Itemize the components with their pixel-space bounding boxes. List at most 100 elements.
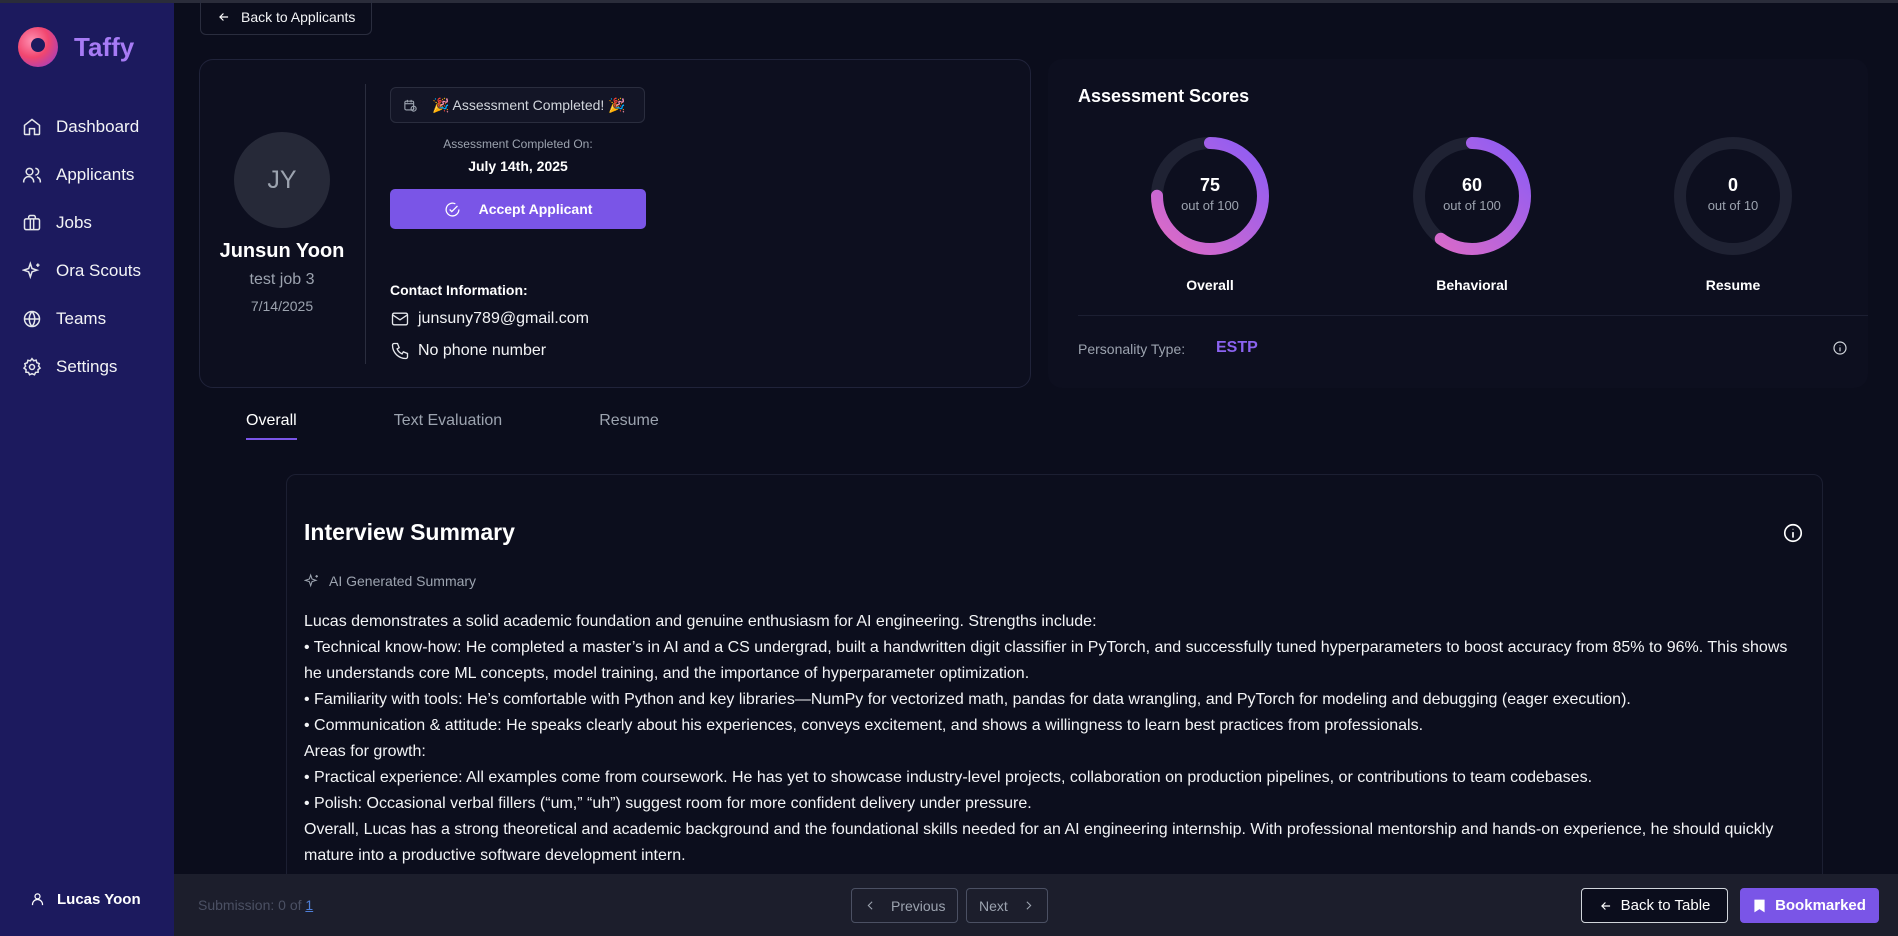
score-label: Overall: [1186, 277, 1234, 293]
home-icon: [23, 118, 41, 136]
summary-line: • Familiarity with tools: He’s comfortab…: [304, 691, 1631, 708]
applicant-date: 7/14/2025: [250, 298, 314, 314]
summary-text: Lucas demonstrates a solid academic foun…: [304, 609, 1804, 869]
sidebar: Taffy Dashboard Applicants Jobs Ora Scou…: [0, 3, 174, 936]
user-name: Lucas Yoon: [57, 891, 141, 908]
ring-track: [1674, 137, 1792, 255]
contact-information-title: Contact Information:: [390, 282, 528, 298]
summary-line: • Technical know-how: He completed a mas…: [304, 639, 1788, 682]
arrow-left-icon: [1600, 901, 1610, 910]
back-to-applicants-label: Back to Applicants: [241, 9, 356, 25]
summary-line: Areas for growth:: [304, 743, 426, 760]
score-ring-overall: 75 out of 100 Overall: [1148, 134, 1272, 293]
phone-icon: [391, 342, 409, 360]
tab-text-evaluation[interactable]: Text Evaluation: [394, 412, 503, 440]
gear-icon: [22, 357, 42, 376]
accept-applicant-button[interactable]: Accept Applicant: [390, 189, 646, 229]
applicant-profile-card: JY Junsun Yoon test job 3 7/14/2025 🎉 As…: [199, 59, 1031, 388]
avatar-initials: JY: [267, 165, 297, 194]
summary-line: • Communication & attitude: He speaks cl…: [304, 717, 1424, 734]
previous-label: Previous: [891, 897, 946, 914]
next-button[interactable]: Next: [966, 888, 1048, 923]
taffy-logo-icon: [18, 27, 58, 67]
profile-divider: [365, 84, 366, 364]
bookmark-icon: [1754, 899, 1765, 912]
globe-icon: [23, 310, 41, 328]
assessment-scores-title: Assessment Scores: [1078, 86, 1250, 106]
score-ring-resume: 0 out of 10 Resume: [1671, 134, 1795, 293]
assessment-completed-text: 🎉 Assessment Completed! 🎉: [432, 96, 626, 113]
briefcase-icon: [23, 214, 41, 231]
sparkles-icon: [22, 261, 40, 280]
sidebar-nav: Dashboard Applicants Jobs Ora Scouts Tea…: [0, 103, 174, 391]
score-max: out of 100: [1443, 198, 1501, 213]
user-icon: [31, 893, 44, 906]
submission-total-link[interactable]: 1: [305, 897, 313, 913]
summary-line: • Practical experience: All examples com…: [304, 769, 1593, 786]
contact-phone: No phone number: [390, 341, 546, 361]
sidebar-item-settings[interactable]: Settings: [0, 343, 174, 391]
sidebar-item-jobs[interactable]: Jobs: [0, 199, 174, 247]
mail-icon: [391, 312, 409, 326]
score-value: 0: [1727, 175, 1738, 195]
score-label: Behavioral: [1436, 277, 1508, 293]
sidebar-item-applicants[interactable]: Applicants: [0, 151, 174, 199]
footer-bar: Submission: 0 of 1 Previous Next Back to…: [174, 874, 1898, 936]
users-icon: [22, 167, 42, 183]
next-label: Next: [979, 897, 1008, 914]
current-user[interactable]: Lucas Yoon: [30, 891, 141, 908]
sidebar-item-label: Teams: [56, 309, 107, 328]
score-max: out of 10: [1707, 198, 1759, 213]
ai-generated-text: AI Generated Summary: [329, 573, 477, 589]
interview-summary-card: Interview Summary AI Generated Summary L…: [286, 474, 1823, 904]
detail-tabs: Overall Text Evaluation Resume: [246, 412, 756, 440]
arrow-left-icon: [219, 13, 229, 21]
score-ring-behavioral: 60 out of 100 Behavioral: [1410, 134, 1534, 293]
tab-resume[interactable]: Resume: [599, 412, 659, 440]
check-circle-icon: [445, 202, 460, 217]
app-logo[interactable]: Taffy: [18, 27, 134, 67]
avatar: JY: [234, 132, 330, 228]
summary-line: Lucas demonstrates a solid academic foun…: [304, 613, 1097, 630]
back-to-table-button[interactable]: Back to Table: [1581, 888, 1728, 923]
sidebar-item-label: Applicants: [56, 165, 135, 184]
score-label: Resume: [1705, 277, 1761, 293]
bookmark-button[interactable]: Bookmarked: [1740, 888, 1879, 923]
contact-email[interactable]: junsuny789@gmail.com: [390, 309, 589, 329]
chevron-right-icon: [1026, 901, 1032, 910]
bookmark-label: Bookmarked: [1775, 897, 1866, 914]
info-icon: [1833, 341, 1847, 355]
tab-overall[interactable]: Overall: [246, 412, 297, 440]
assessment-scores-panel: Assessment Scores 75 out of 100 Overall …: [1048, 59, 1868, 388]
resume-score-ring: [1674, 137, 1792, 255]
score-value: 75: [1199, 175, 1221, 195]
applicant-job: test job 3: [249, 271, 315, 288]
summary-line: • Polish: Occasional verbal fillers (“um…: [304, 795, 1032, 812]
ai-generated-label: AI Generated Summary: [304, 573, 476, 589]
sidebar-item-ora-scouts[interactable]: Ora Scouts: [0, 247, 174, 295]
sidebar-item-label: Ora Scouts: [56, 261, 142, 280]
sidebar-item-label: Dashboard: [56, 117, 140, 136]
back-to-applicants-button[interactable]: Back to Applicants: [200, 0, 373, 35]
email-text: junsuny789@gmail.com: [418, 310, 589, 327]
behavioral-score-ring: [1413, 137, 1531, 255]
info-icon: [1783, 523, 1803, 543]
chevron-left-icon: [867, 901, 873, 910]
sidebar-item-dashboard[interactable]: Dashboard: [0, 103, 174, 151]
summary-line: Overall, Lucas has a strong theoretical …: [304, 821, 1774, 864]
personality-info-button[interactable]: [1832, 340, 1848, 356]
previous-button[interactable]: Previous: [851, 888, 959, 923]
summary-info-button[interactable]: [1782, 522, 1804, 544]
completed-on-date: July 14th, 2025: [468, 158, 568, 174]
overall-score-ring: [1151, 137, 1269, 255]
sidebar-item-label: Jobs: [56, 213, 92, 232]
applicant-name: Junsun Yoon: [219, 240, 345, 262]
scores-divider: [1078, 315, 1868, 316]
submission-counter: Submission: 0 of 1: [198, 897, 313, 913]
app-name: Taffy: [74, 31, 135, 62]
personality-type-value: ESTP: [1216, 339, 1258, 356]
submission-prefix: Submission: 0 of: [198, 897, 306, 913]
sparkles-icon: [304, 573, 318, 588]
personality-type-label: Personality Type:: [1078, 341, 1186, 357]
sidebar-item-teams[interactable]: Teams: [0, 295, 174, 343]
